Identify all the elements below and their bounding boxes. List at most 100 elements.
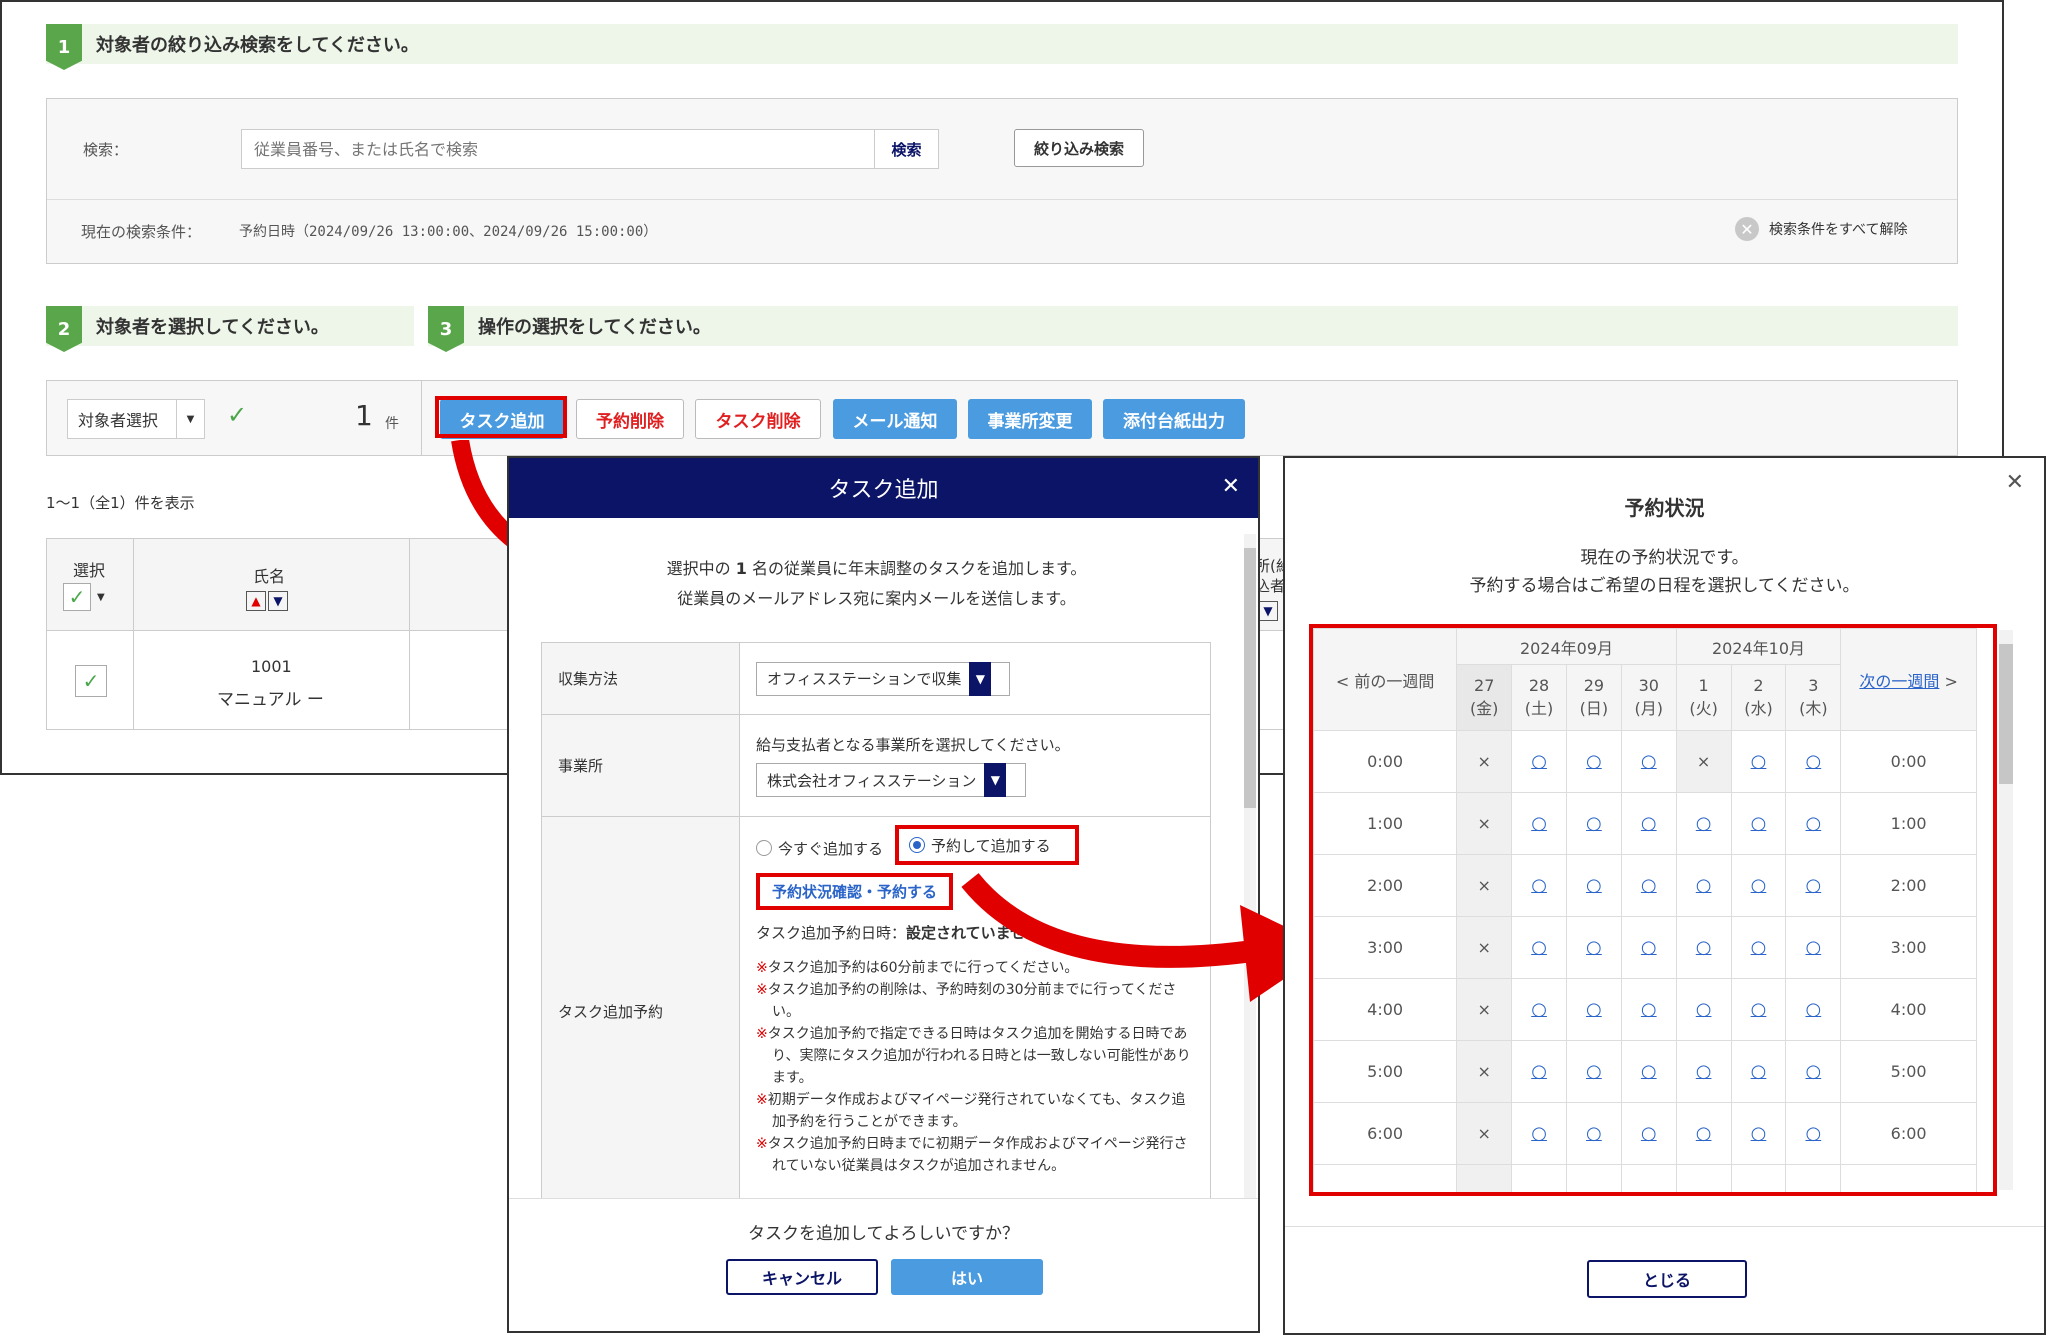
- chevron-down-icon[interactable]: ▼: [97, 592, 105, 603]
- office-label: 事業所: [541, 714, 740, 817]
- radio-reserve[interactable]: 予約して追加する: [895, 825, 1080, 865]
- slot-available[interactable]: ○: [1565, 916, 1622, 979]
- slot-available[interactable]: ○: [1511, 978, 1567, 1041]
- slot-available[interactable]: ○: [1730, 1102, 1787, 1165]
- slot-available[interactable]: ○: [1511, 1040, 1567, 1103]
- radio-now-circle[interactable]: [756, 840, 772, 856]
- chevron-down-icon[interactable]: ▼: [176, 400, 204, 438]
- slot-available[interactable]: ○: [1565, 1040, 1622, 1103]
- slot-available[interactable]: ○: [1785, 1102, 1842, 1165]
- close-button[interactable]: とじる: [1587, 1260, 1747, 1298]
- prev-week-link[interactable]: < 前の一週間: [1313, 628, 1458, 731]
- slot-available[interactable]: ○: [1785, 978, 1842, 1041]
- select-all[interactable]: ✓ ▼: [63, 583, 105, 611]
- radio-now[interactable]: 今すぐ追加する: [756, 838, 883, 859]
- task-add-highlight: [435, 396, 567, 438]
- slot-available[interactable]: ○: [1730, 730, 1787, 793]
- slot-unavailable: ×: [1675, 730, 1732, 793]
- task-delete-button[interactable]: タスク削除: [695, 399, 821, 439]
- slot-available[interactable]: ○: [1620, 916, 1677, 979]
- office-change-button[interactable]: 事業所変更: [968, 399, 1092, 439]
- month-header-1: 2024年09月: [1456, 628, 1677, 665]
- slot-available[interactable]: ○: [1511, 1102, 1567, 1165]
- month-header-2: 2024年10月: [1675, 628, 1842, 665]
- time-label: 6:00: [1313, 1102, 1458, 1165]
- slot-available[interactable]: ○: [1620, 792, 1677, 855]
- slot-available[interactable]: ○: [1785, 1040, 1842, 1103]
- slot-available[interactable]: ○: [1620, 978, 1677, 1041]
- slot-available[interactable]: ○: [1730, 854, 1787, 917]
- next-week: 次の一週間 >: [1840, 628, 1977, 731]
- slot-available[interactable]: ○: [1730, 978, 1787, 1041]
- sort-desc-icon[interactable]: ▼: [1258, 601, 1278, 621]
- note-item: ※タスク追加予約日時までに初期データ作成およびマイページ発行されていない従業員は…: [756, 1136, 1188, 1174]
- sort-asc-icon[interactable]: ▲: [246, 591, 266, 611]
- result-count: 1～1（全1）件を表示: [46, 494, 195, 512]
- search-input[interactable]: [242, 131, 874, 167]
- slot-unavailable: ×: [1456, 854, 1513, 917]
- slot-available[interactable]: ○: [1785, 730, 1842, 793]
- slot-available[interactable]: ○: [1565, 1102, 1622, 1165]
- slot-available[interactable]: ○: [1620, 1102, 1677, 1165]
- col-name-header: 氏名: [253, 567, 286, 586]
- slot-available[interactable]: ○: [1565, 730, 1622, 793]
- radio-reserve-label: 予約して追加する: [931, 836, 1051, 855]
- slot-available[interactable]: ○: [1730, 1040, 1787, 1103]
- slot-available[interactable]: ○: [1675, 916, 1732, 979]
- slot-available[interactable]: ○: [1675, 978, 1732, 1041]
- sort-desc-icon[interactable]: ▼: [268, 591, 288, 611]
- slot-available[interactable]: ○: [1565, 978, 1622, 1041]
- next-week-link[interactable]: 次の一週間: [1859, 672, 1939, 691]
- slot-available[interactable]: ○: [1511, 730, 1567, 793]
- slot-available[interactable]: ○: [1511, 916, 1567, 979]
- mail-notice-button[interactable]: メール通知: [833, 399, 957, 439]
- office-select[interactable]: 株式会社オフィスステーション ▼: [756, 763, 1026, 797]
- search-field: 検索: [241, 129, 939, 169]
- employee-id: 1001: [251, 657, 292, 676]
- slot-available[interactable]: ○: [1565, 854, 1622, 917]
- cancel-button[interactable]: キャンセル: [726, 1259, 878, 1295]
- status-title: 予約状況: [1624, 496, 1705, 520]
- select-all-checkbox[interactable]: ✓: [63, 583, 91, 611]
- time-label-right: 6:00: [1840, 1102, 1977, 1165]
- day-header: 2 (水): [1730, 664, 1787, 731]
- slot-available[interactable]: ○: [1511, 854, 1567, 917]
- slot-available[interactable]: ○: [1730, 792, 1787, 855]
- search-button[interactable]: 検索: [874, 130, 938, 168]
- slot-available[interactable]: ○: [1675, 792, 1732, 855]
- reserve-status-link[interactable]: 予約状況確認・予約する: [756, 873, 954, 910]
- chevron-down-icon[interactable]: ▼: [984, 763, 1007, 797]
- clear-conditions[interactable]: ✕ 検索条件をすべて解除: [1735, 217, 1907, 241]
- chevron-down-icon[interactable]: ▼: [969, 661, 992, 696]
- time-label: 0:00: [1313, 730, 1458, 793]
- target-select[interactable]: 対象者選択 ▼: [67, 399, 205, 439]
- slot-available[interactable]: ○: [1785, 916, 1842, 979]
- modal-intro: 選択中の 1 名の従業員に年末調整のタスクを追加します。 従業員のメールアドレス…: [509, 554, 1244, 614]
- calendar-scrollbar[interactable]: [1999, 630, 2013, 1190]
- slot-available[interactable]: ○: [1785, 792, 1842, 855]
- search-label: 検索：: [83, 141, 129, 159]
- slot-available[interactable]: ○: [1620, 1040, 1677, 1103]
- modal-header: タスク追加 ✕: [509, 458, 1258, 518]
- next-arrow-icon[interactable]: >: [1944, 672, 1957, 691]
- slot-available[interactable]: ○: [1730, 916, 1787, 979]
- check-icon: ✓: [227, 401, 248, 429]
- slot-available[interactable]: ○: [1785, 854, 1842, 917]
- reserve-delete-button[interactable]: 予約削除: [576, 399, 684, 439]
- row-checkbox[interactable]: ✓: [75, 665, 107, 697]
- attachment-output-button[interactable]: 添付台紙出力: [1103, 399, 1245, 439]
- slot-available[interactable]: ○: [1675, 1040, 1732, 1103]
- clear-all-label[interactable]: 検索条件をすべて解除: [1769, 219, 1907, 239]
- collect-select[interactable]: オフィスステーションで収集 ▼: [756, 661, 1010, 696]
- yes-button[interactable]: はい: [891, 1259, 1043, 1295]
- slot-available[interactable]: ○: [1620, 730, 1677, 793]
- slot-available[interactable]: ○: [1620, 854, 1677, 917]
- slot-available[interactable]: ○: [1511, 792, 1567, 855]
- slot-available[interactable]: ○: [1565, 792, 1622, 855]
- slot-available[interactable]: ○: [1675, 1102, 1732, 1165]
- filter-search-button[interactable]: 絞り込み検索: [1014, 129, 1144, 167]
- radio-reserve-circle[interactable]: [909, 837, 926, 853]
- clear-icon[interactable]: ✕: [1735, 217, 1759, 241]
- slot-available[interactable]: ○: [1675, 854, 1732, 917]
- close-icon[interactable]: ✕: [1222, 474, 1240, 499]
